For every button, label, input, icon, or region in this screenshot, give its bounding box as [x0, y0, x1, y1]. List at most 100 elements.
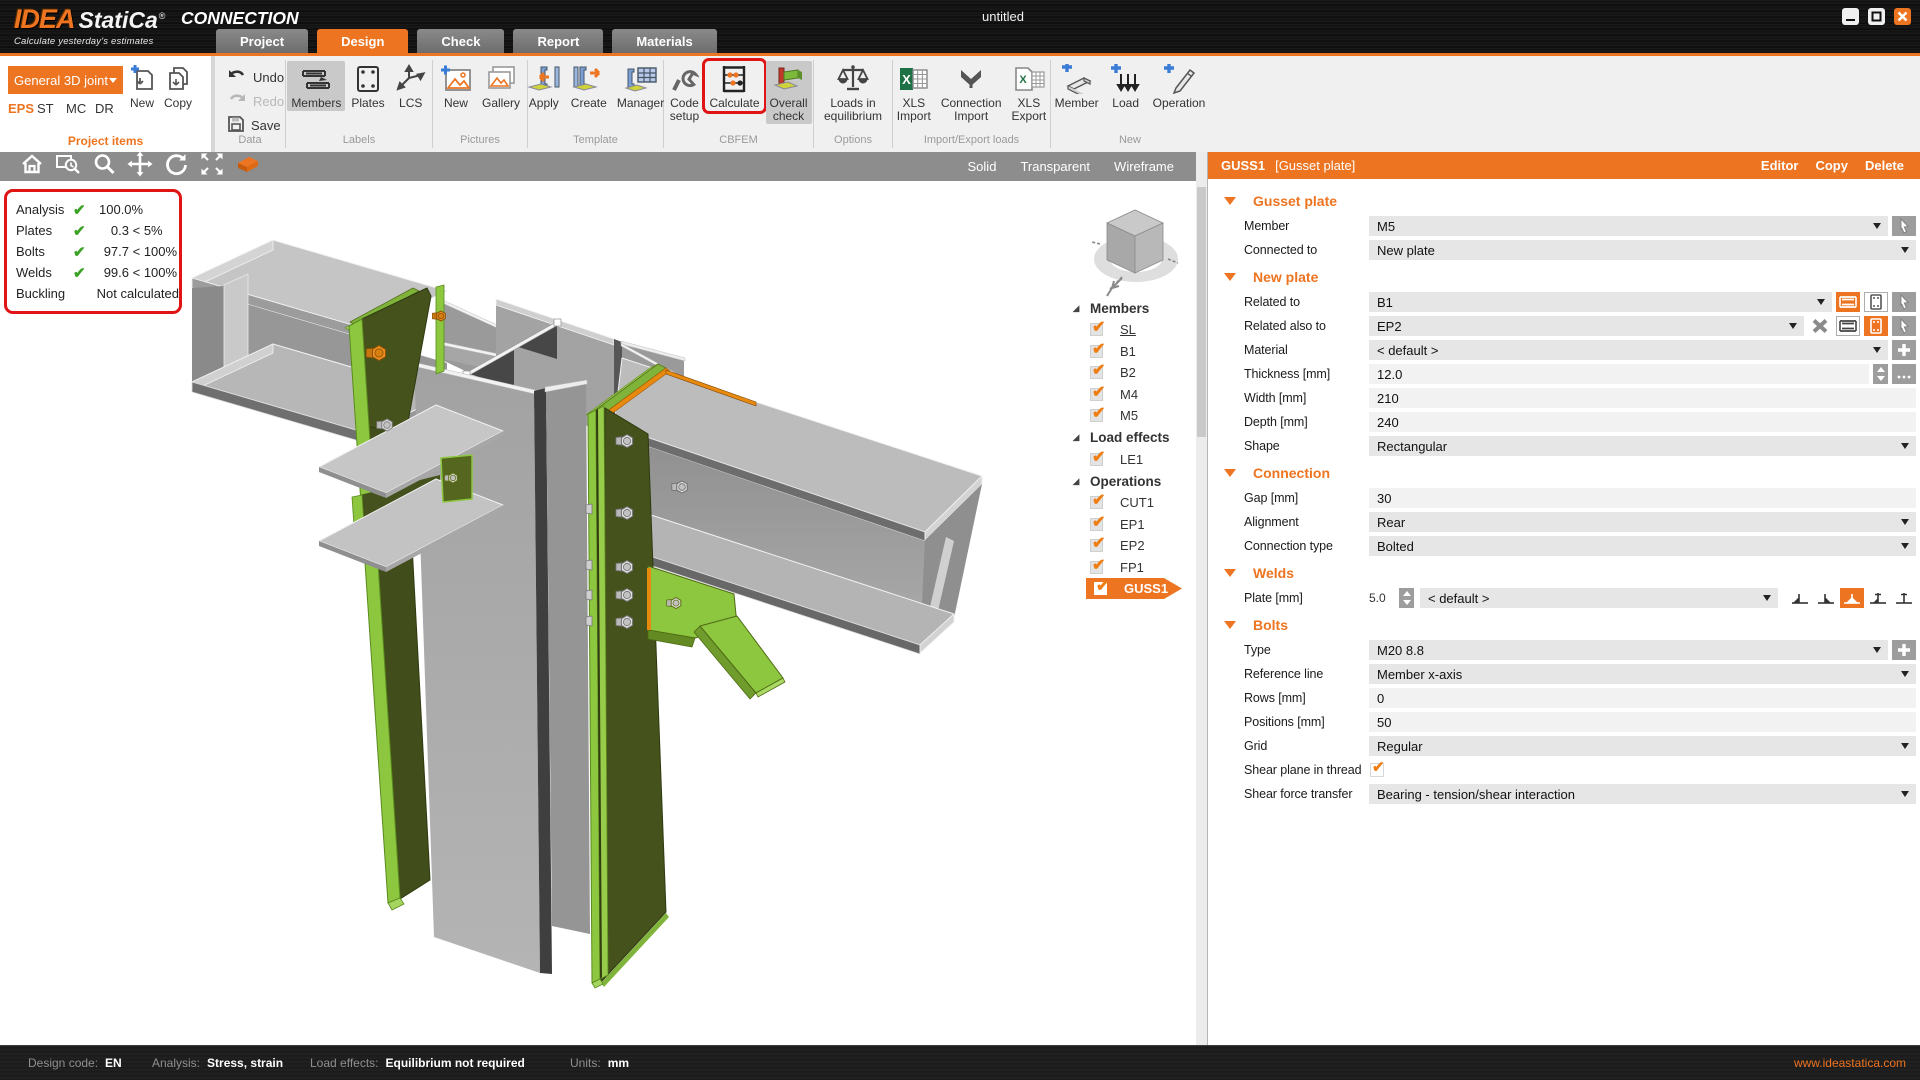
- property-dropdown[interactable]: Regular: [1369, 736, 1916, 756]
- delete-action[interactable]: Delete: [1865, 158, 1904, 173]
- tree-item-ep2[interactable]: ✔EP2: [1062, 535, 1197, 557]
- panel-section-header[interactable]: New plate: [1208, 264, 1920, 290]
- property-dropdown[interactable]: Rectangular: [1369, 436, 1916, 456]
- tree-item-checkbox[interactable]: ✔: [1090, 496, 1103, 509]
- property-dropdown[interactable]: Member x-axis: [1369, 664, 1916, 684]
- tree-item-guss1[interactable]: ✔GUSS1: [1062, 578, 1197, 600]
- property-dropdown[interactable]: New plate: [1369, 240, 1916, 260]
- tree-item-le1[interactable]: ✔LE1: [1062, 449, 1197, 471]
- panel-section-header[interactable]: Bolts: [1208, 612, 1920, 638]
- tree-section-load-effects[interactable]: ◢Load effects: [1062, 427, 1197, 449]
- clip-tool-button[interactable]: [230, 152, 266, 181]
- tab-materials[interactable]: Materials: [612, 29, 716, 53]
- property-dropdown[interactable]: B1: [1369, 292, 1832, 312]
- home-tool-button[interactable]: [14, 152, 50, 181]
- plus-button[interactable]: [1892, 640, 1916, 660]
- save-button[interactable]: Save: [227, 116, 284, 134]
- xls-import-button[interactable]: XXLSImport: [893, 61, 935, 124]
- tree-item-sl[interactable]: ✔SL: [1062, 319, 1197, 341]
- display-mode-transparent[interactable]: Transparent: [1020, 159, 1090, 174]
- operation-button[interactable]: Operation: [1149, 61, 1210, 111]
- property-input[interactable]: 210: [1369, 388, 1916, 408]
- property-input[interactable]: 50: [1369, 712, 1916, 732]
- zoom-window-tool-button[interactable]: [50, 152, 86, 181]
- tab-project[interactable]: Project: [216, 29, 308, 53]
- ideastatica-link[interactable]: www.ideastatica.com: [1794, 1056, 1906, 1070]
- gallery-button[interactable]: Gallery: [478, 61, 524, 111]
- manager-button[interactable]: Manager: [613, 61, 668, 111]
- viewport-scrollbar[interactable]: [1196, 152, 1207, 1045]
- panel-section-header[interactable]: Connection: [1208, 460, 1920, 486]
- new-button[interactable]: New: [124, 61, 160, 111]
- members-button[interactable]: Members: [287, 61, 345, 111]
- tree-item-checkbox[interactable]: ✔: [1090, 366, 1103, 379]
- code-setup-button[interactable]: Codesetup: [665, 61, 703, 124]
- weld-2-button[interactable]: [1814, 588, 1838, 608]
- property-dropdown[interactable]: EP2: [1369, 316, 1804, 336]
- lcs-button[interactable]: LCS: [391, 61, 431, 111]
- project-mode-st[interactable]: ST: [37, 101, 66, 116]
- property-input[interactable]: 0: [1369, 688, 1916, 708]
- overall-check-button[interactable]: Overallcheck: [766, 61, 812, 124]
- property-dropdown[interactable]: < default >: [1369, 340, 1888, 360]
- project-mode-eps[interactable]: EPS: [8, 101, 37, 116]
- property-dropdown[interactable]: Rear: [1369, 512, 1916, 532]
- project-mode-mc[interactable]: MC: [66, 101, 95, 116]
- tree-collapse-icon[interactable]: ◢: [1062, 303, 1090, 314]
- load-button[interactable]: Load: [1105, 61, 1147, 111]
- navigation-cube[interactable]: [1092, 210, 1178, 296]
- weld-5-button[interactable]: [1892, 588, 1916, 608]
- calculate-button[interactable]: Calculate: [705, 61, 763, 111]
- project-item-selector[interactable]: General 3D joint: [8, 66, 123, 94]
- tab-report[interactable]: Report: [513, 29, 603, 53]
- tree-item-cut1[interactable]: ✔CUT1: [1062, 492, 1197, 514]
- tree-collapse-icon[interactable]: ◢: [1062, 476, 1090, 487]
- tree-item-b1[interactable]: ✔B1: [1062, 341, 1197, 363]
- tree-item-checkbox[interactable]: ✔: [1090, 539, 1103, 552]
- tree-item-fp1[interactable]: ✔FP1: [1062, 557, 1197, 579]
- new-button[interactable]: New: [436, 61, 476, 111]
- panel-section-header[interactable]: Welds: [1208, 560, 1920, 586]
- property-input[interactable]: 30: [1369, 488, 1916, 508]
- weld-size-value[interactable]: 5.0: [1369, 591, 1395, 605]
- property-dropdown[interactable]: M20 8.8: [1369, 640, 1888, 660]
- maximize-button[interactable]: [1868, 8, 1885, 25]
- undo-button[interactable]: Undo: [227, 68, 284, 86]
- loads-in-equilibrium-button[interactable]: Loads inequilibrium: [820, 61, 886, 124]
- panel-section-header[interactable]: Gusset plate: [1208, 188, 1920, 214]
- copy-action[interactable]: Copy: [1815, 158, 1848, 173]
- weld-1-button[interactable]: [1788, 588, 1812, 608]
- cursor-button[interactable]: [1892, 316, 1916, 336]
- rotate-tool-button[interactable]: [158, 152, 194, 181]
- tree-item-checkbox[interactable]: ✔: [1090, 453, 1103, 466]
- project-mode-dr[interactable]: DR: [95, 101, 124, 116]
- close-button[interactable]: [1894, 8, 1911, 25]
- member-button[interactable]: Member: [1051, 61, 1103, 111]
- copy-button[interactable]: Copy: [160, 61, 196, 111]
- property-dropdown[interactable]: < default >: [1420, 588, 1778, 608]
- apply-button[interactable]: Apply: [523, 61, 565, 111]
- create-button[interactable]: Create: [567, 61, 611, 111]
- scrollbar-thumb[interactable]: [1197, 187, 1206, 437]
- tree-section-operations[interactable]: ◢Operations: [1062, 470, 1197, 492]
- connection-import-button[interactable]: ConnectionImport: [937, 61, 1006, 124]
- tree-item-checkbox[interactable]: ✔: [1090, 409, 1103, 422]
- editor-action[interactable]: Editor: [1761, 158, 1799, 173]
- tree-item-checkbox[interactable]: ✔: [1090, 388, 1103, 401]
- xls-export-button[interactable]: XXLSExport: [1008, 61, 1051, 124]
- beam-white-button[interactable]: [1836, 316, 1860, 336]
- tree-item-checkbox[interactable]: ✔: [1090, 518, 1103, 531]
- property-dropdown[interactable]: Bolted: [1369, 536, 1916, 556]
- property-input[interactable]: 240: [1369, 412, 1916, 432]
- beam-orange-button[interactable]: [1836, 292, 1860, 312]
- x-button[interactable]: [1808, 316, 1832, 336]
- cursor-button[interactable]: [1892, 216, 1916, 236]
- dots-button[interactable]: [1892, 364, 1916, 384]
- tab-check[interactable]: Check: [417, 29, 504, 53]
- zoom-tool-button[interactable]: [86, 152, 122, 181]
- plates-button[interactable]: Plates: [347, 61, 388, 111]
- tree-collapse-icon[interactable]: ◢: [1062, 432, 1090, 443]
- zoom-all-tool-button[interactable]: [194, 152, 230, 181]
- tree-item-b2[interactable]: ✔B2: [1062, 362, 1197, 384]
- plate-white-button[interactable]: [1864, 292, 1888, 312]
